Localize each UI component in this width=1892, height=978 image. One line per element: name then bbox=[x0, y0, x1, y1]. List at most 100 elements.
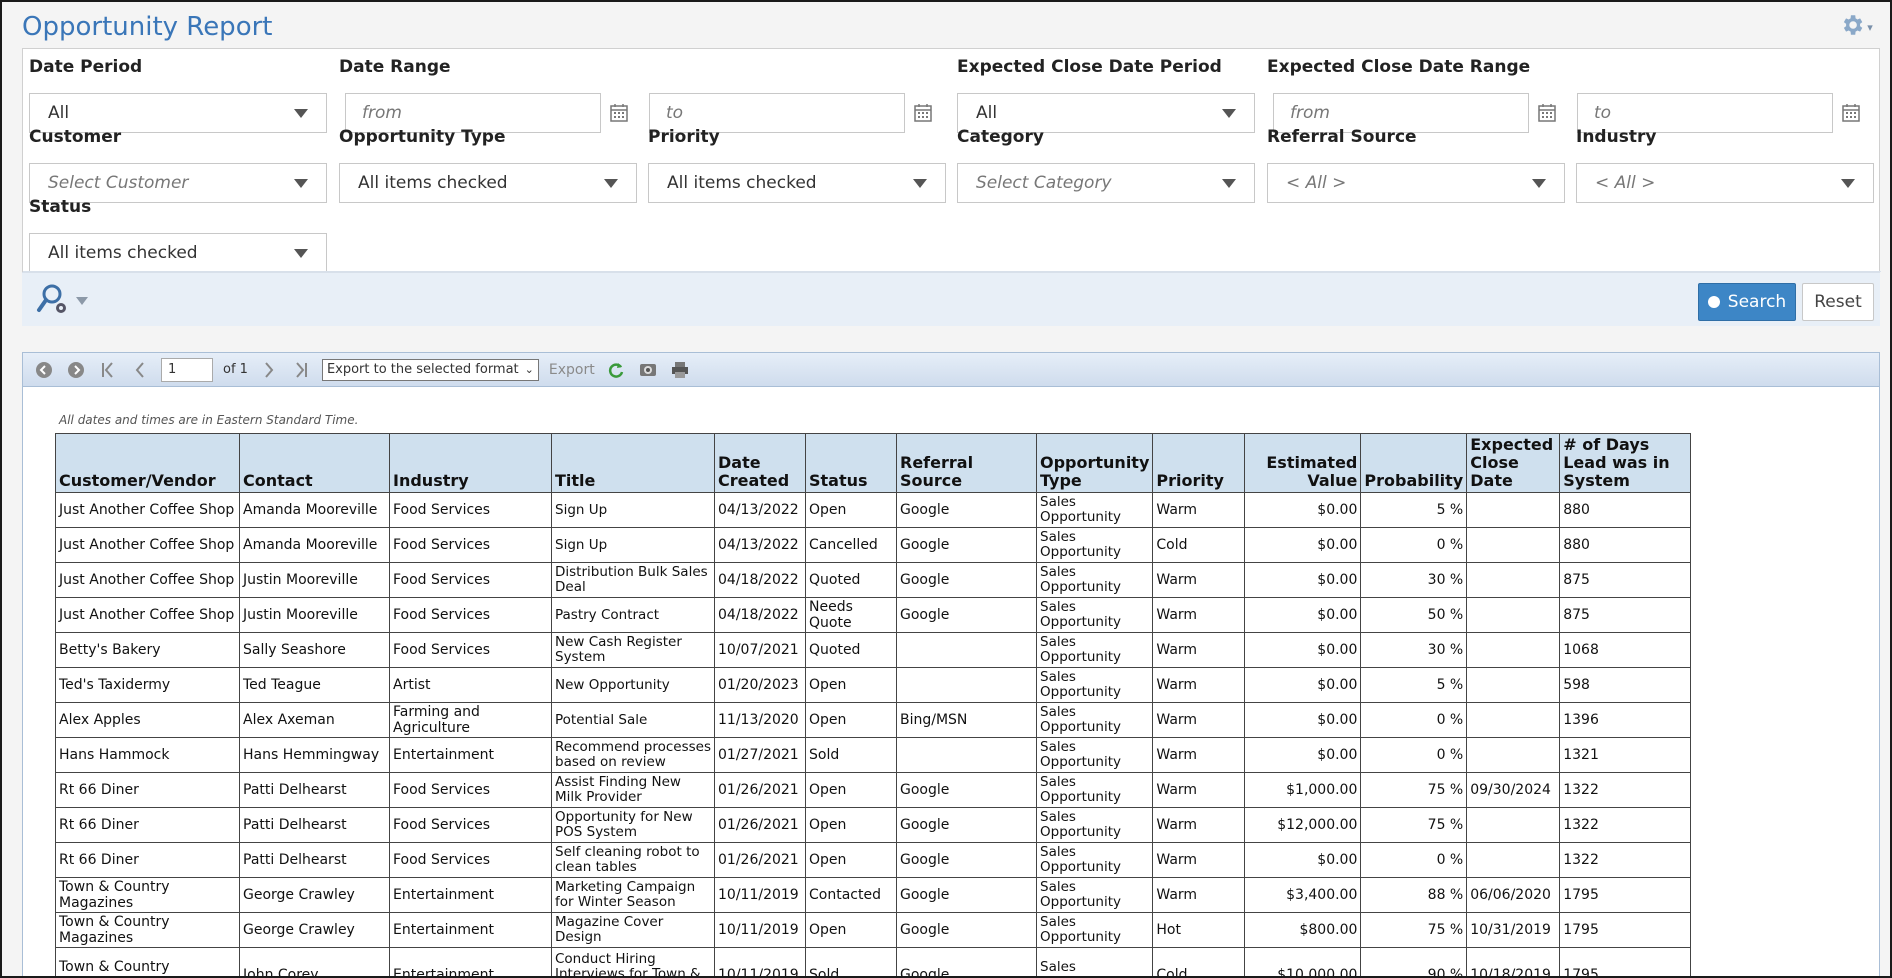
table-cell: Sales Opportunity bbox=[1035, 562, 1154, 598]
table-row: Town & Country MagazinesJohn CoreyEntert… bbox=[55, 947, 1692, 976]
table-cell: Sales Opportunity bbox=[1035, 842, 1154, 878]
table-row: Ted's Taxidermy Ted Teague Artist New Oppor… bbox=[55, 667, 1692, 703]
next-page-icon[interactable] bbox=[258, 359, 280, 381]
opportunity-type-select[interactable]: All items checked bbox=[339, 163, 637, 203]
table-cell: Patti Delhearst bbox=[239, 772, 390, 808]
calendar-icon[interactable] bbox=[1841, 103, 1861, 123]
table-cell: Warm bbox=[1152, 842, 1246, 878]
table-cell: Needs Quote bbox=[805, 597, 897, 633]
customer-field: Customer Select Customer bbox=[29, 127, 329, 207]
page-count: of 1 bbox=[223, 362, 248, 377]
export-format-value: Export to the selected format bbox=[326, 362, 519, 377]
table-cell: Sales Opportunity bbox=[1035, 702, 1154, 738]
table-cell: Entertainment bbox=[389, 947, 552, 976]
zoom-icon[interactable] bbox=[637, 359, 659, 381]
table-cell: Alex Axeman bbox=[239, 702, 390, 738]
calendar-icon[interactable] bbox=[913, 103, 933, 123]
calendar-icon[interactable] bbox=[609, 103, 629, 123]
table-cell: Marketing Campaign for Winter Season bbox=[551, 877, 715, 913]
expected-close-period-field: Expected Close Date Period All bbox=[957, 57, 1257, 137]
table-cell: Justin Mooreville bbox=[239, 562, 390, 598]
chevron-down-icon: ▾ bbox=[1867, 20, 1873, 34]
export-format-select[interactable]: Export to the selected format ⌄ bbox=[321, 358, 539, 381]
table-cell bbox=[1466, 737, 1561, 773]
filter-panel: Date Period All Date Range from to Expec… bbox=[22, 48, 1881, 273]
industry-field: Industry < All > bbox=[1576, 127, 1876, 207]
table-cell: Warm bbox=[1152, 667, 1246, 703]
table-cell: 90 % bbox=[1360, 947, 1468, 976]
page-number-input[interactable]: 1 bbox=[161, 357, 213, 382]
table-cell: 75 % bbox=[1360, 807, 1468, 843]
table-cell: 04/18/2022 bbox=[714, 562, 806, 598]
expected-close-range-label: Expected Close Date Range bbox=[1267, 57, 1531, 77]
industry-value: < All > bbox=[1595, 173, 1656, 193]
table-cell: Sales Opportunity bbox=[1035, 807, 1154, 843]
expected-close-period-label: Expected Close Date Period bbox=[957, 57, 1222, 77]
table-cell: Entertainment bbox=[389, 877, 552, 913]
table-cell: 5 % bbox=[1360, 667, 1468, 703]
table-cell: 30 % bbox=[1360, 632, 1468, 668]
table-cell: $800.00 bbox=[1244, 912, 1362, 948]
table-cell: 10/11/2019 bbox=[714, 912, 806, 948]
table-cell: Potential Sale bbox=[551, 702, 715, 738]
table-cell bbox=[1466, 702, 1561, 738]
industry-select[interactable]: < All > bbox=[1576, 163, 1874, 203]
table-cell: Sally Seashore bbox=[239, 632, 390, 668]
table-cell: Warm bbox=[1152, 772, 1246, 808]
table-cell bbox=[1466, 632, 1561, 668]
table-cell: Food Services bbox=[389, 597, 552, 633]
table-cell: Entertainment bbox=[389, 737, 552, 773]
table-cell: 10/07/2021 bbox=[714, 632, 806, 668]
table-cell: 75 % bbox=[1360, 912, 1468, 948]
print-icon[interactable] bbox=[669, 359, 691, 381]
table-cell: 1795 bbox=[1559, 877, 1692, 913]
table-cell: New Opportunity bbox=[551, 667, 715, 703]
table-cell: Google bbox=[896, 842, 1037, 878]
table-cell: $0.00 bbox=[1244, 667, 1362, 703]
table-cell: $0.00 bbox=[1244, 702, 1362, 738]
table-cell: 1396 bbox=[1559, 702, 1692, 738]
settings-menu[interactable]: ▾ bbox=[1836, 12, 1876, 42]
priority-select[interactable]: All items checked bbox=[648, 163, 946, 203]
table-cell: Warm bbox=[1152, 562, 1246, 598]
reset-button[interactable]: Reset bbox=[1802, 283, 1874, 321]
export-link[interactable]: Export bbox=[549, 362, 595, 378]
table-cell: Farming and Agriculture bbox=[389, 702, 552, 738]
prev-page-icon[interactable] bbox=[129, 359, 151, 381]
table-cell: 880 bbox=[1559, 527, 1692, 563]
table-row: Just Another Coffee Shop Amanda Moorevill… bbox=[55, 492, 1692, 528]
table-cell: Sales Opportunity bbox=[1035, 597, 1154, 633]
advanced-search-menu[interactable] bbox=[36, 283, 88, 319]
table-cell: 0 % bbox=[1360, 702, 1468, 738]
table-cell: 10/11/2019 bbox=[714, 947, 806, 976]
column-header: Customer/Vendor bbox=[55, 433, 240, 493]
referral-source-field: Referral Source < All > bbox=[1267, 127, 1567, 207]
first-page-icon[interactable] bbox=[97, 359, 119, 381]
table-cell: John Corey bbox=[239, 947, 390, 976]
table-cell: 50 % bbox=[1360, 597, 1468, 633]
last-page-icon[interactable] bbox=[290, 359, 312, 381]
table-cell: Food Services bbox=[389, 632, 552, 668]
table-cell: Open bbox=[805, 772, 897, 808]
calendar-icon[interactable] bbox=[1537, 103, 1557, 123]
table-row: Just Another Coffee Shop Justin Moorevill… bbox=[55, 562, 1692, 598]
table-cell: 1068 bbox=[1559, 632, 1692, 668]
status-select[interactable]: All items checked bbox=[29, 233, 327, 273]
table-cell: Sold bbox=[805, 947, 897, 976]
app-window: Opportunity Report ▾ Date Period All Dat… bbox=[0, 0, 1892, 978]
referral-source-select[interactable]: < All > bbox=[1267, 163, 1565, 203]
category-select[interactable]: Select Category bbox=[957, 163, 1255, 203]
table-cell: 30 % bbox=[1360, 562, 1468, 598]
search-button[interactable]: Search bbox=[1698, 283, 1796, 321]
table-cell bbox=[896, 737, 1037, 773]
back-icon[interactable] bbox=[33, 359, 55, 381]
table-cell: Warm bbox=[1152, 632, 1246, 668]
refresh-icon[interactable] bbox=[605, 359, 627, 381]
table-cell: 0 % bbox=[1360, 842, 1468, 878]
table-cell: Entertainment bbox=[389, 912, 552, 948]
table-cell: 5 % bbox=[1360, 492, 1468, 528]
forward-icon[interactable] bbox=[65, 359, 87, 381]
table-cell: 04/18/2022 bbox=[714, 597, 806, 633]
table-cell: Town & Country Magazines bbox=[55, 912, 240, 948]
expected-close-range-field: Expected Close Date Range from to bbox=[1267, 57, 1877, 137]
